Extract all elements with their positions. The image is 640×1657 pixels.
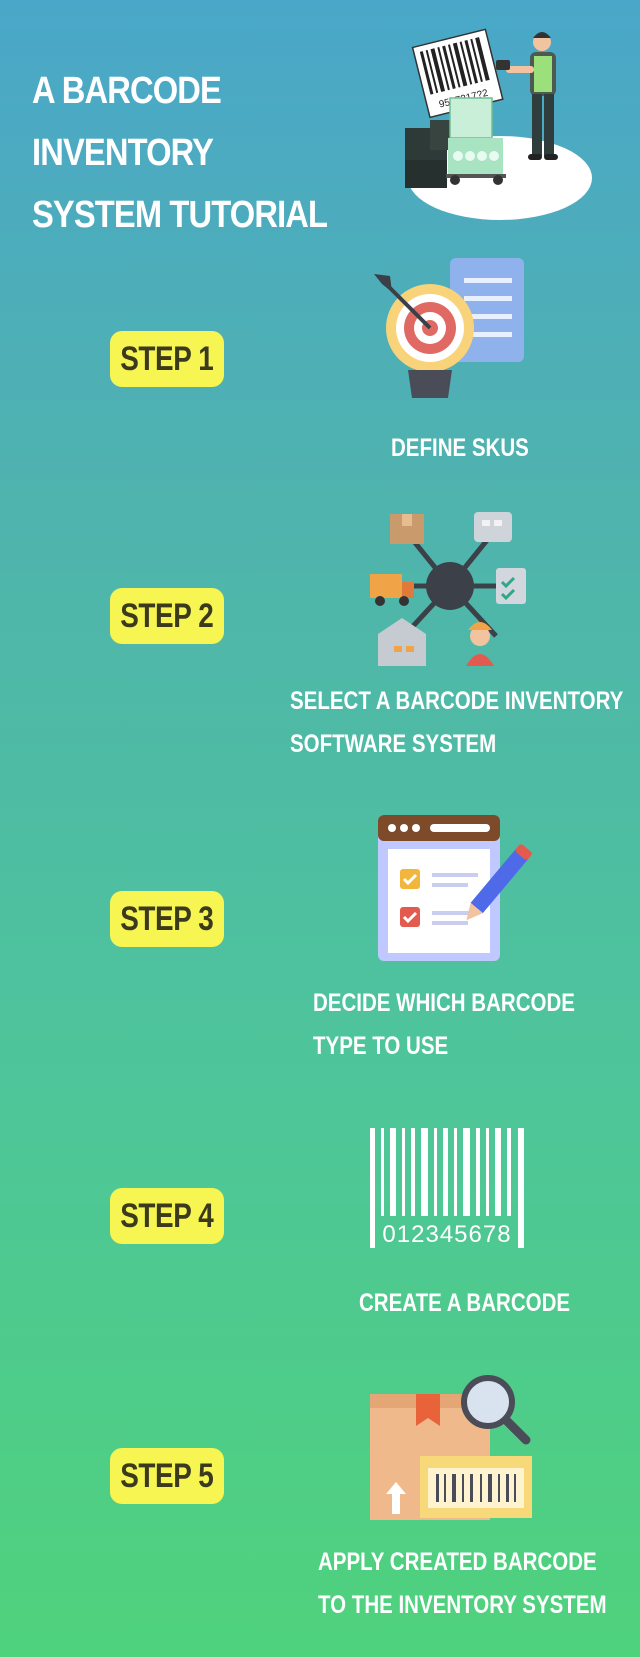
box-scan-icon <box>370 1375 532 1520</box>
warehouse-worker-illustration: 9507217?2 <box>405 28 592 220</box>
step-4-barcode-number: 012345678 <box>382 1221 511 1248</box>
step-1-caption: DEFINE SKUS <box>391 434 529 462</box>
step-2-badge: STEP 2 <box>110 588 224 644</box>
checklist-pencil-icon <box>378 815 532 961</box>
step-2-caption: SELECT A BARCODE INVENTORY SOFTWARE SYST… <box>290 687 624 758</box>
step-1-badge: STEP 1 <box>110 331 224 387</box>
step-3-caption: DECIDE WHICH BARCODE TYPE TO USE <box>313 989 575 1060</box>
target-lightbulb-icon <box>374 258 524 398</box>
title-line-2: SYSTEM TUTORIAL <box>32 194 328 236</box>
step-4-badge: STEP 4 <box>110 1188 224 1244</box>
step-4-caption: CREATE A BARCODE <box>359 1289 571 1317</box>
infographic: A BARCODE INVENTORY SYSTEM TUTORIAL 9507… <box>0 0 640 1657</box>
page-title: A BARCODE INVENTORY SYSTEM TUTORIAL <box>32 60 342 246</box>
barcode-icon: 012345678 <box>370 1128 524 1248</box>
network-hub-icon <box>370 512 526 666</box>
title-line-1: A BARCODE INVENTORY <box>32 70 222 174</box>
step-5-caption: APPLY CREATED BARCODE TO THE INVENTORY S… <box>318 1548 607 1619</box>
step-5-badge: STEP 5 <box>110 1448 224 1504</box>
step-3-badge: STEP 3 <box>110 891 224 947</box>
